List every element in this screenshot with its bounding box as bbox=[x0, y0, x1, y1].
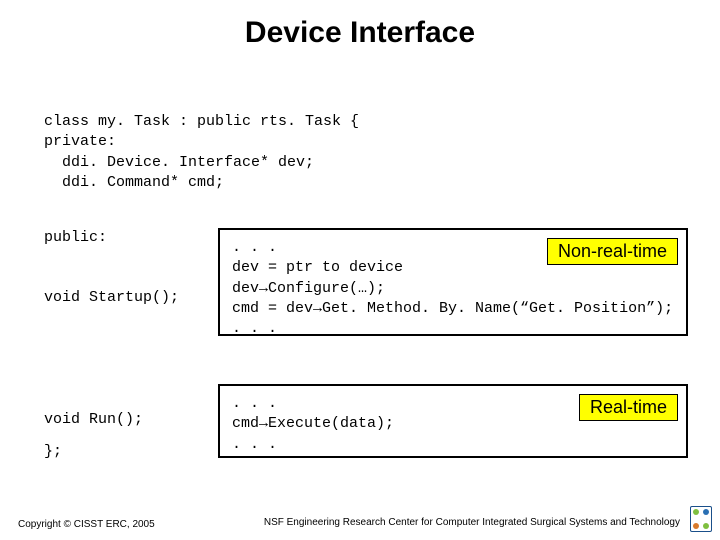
footer-credit: NSF Engineering Research Center for Comp… bbox=[264, 517, 680, 528]
startup-box: Non-real-time . . . dev = ptr to device … bbox=[218, 228, 688, 336]
run-box: Real-time . . . cmd→Execute(data); . . . bbox=[218, 384, 688, 458]
badge-real-time: Real-time bbox=[579, 394, 678, 421]
code-public: public: bbox=[44, 228, 107, 248]
logo-icon bbox=[690, 506, 712, 532]
code-startup: void Startup(); bbox=[44, 288, 179, 308]
footer-copyright: Copyright © CISST ERC, 2005 bbox=[18, 519, 155, 530]
badge-non-real-time: Non-real-time bbox=[547, 238, 678, 265]
code-run: void Run(); bbox=[44, 410, 143, 430]
slide: Device Interface class my. Task : public… bbox=[0, 0, 720, 540]
page-title: Device Interface bbox=[0, 16, 720, 50]
code-close-brace: }; bbox=[44, 442, 62, 462]
code-block-top: class my. Task : public rts. Task { priv… bbox=[44, 112, 359, 193]
